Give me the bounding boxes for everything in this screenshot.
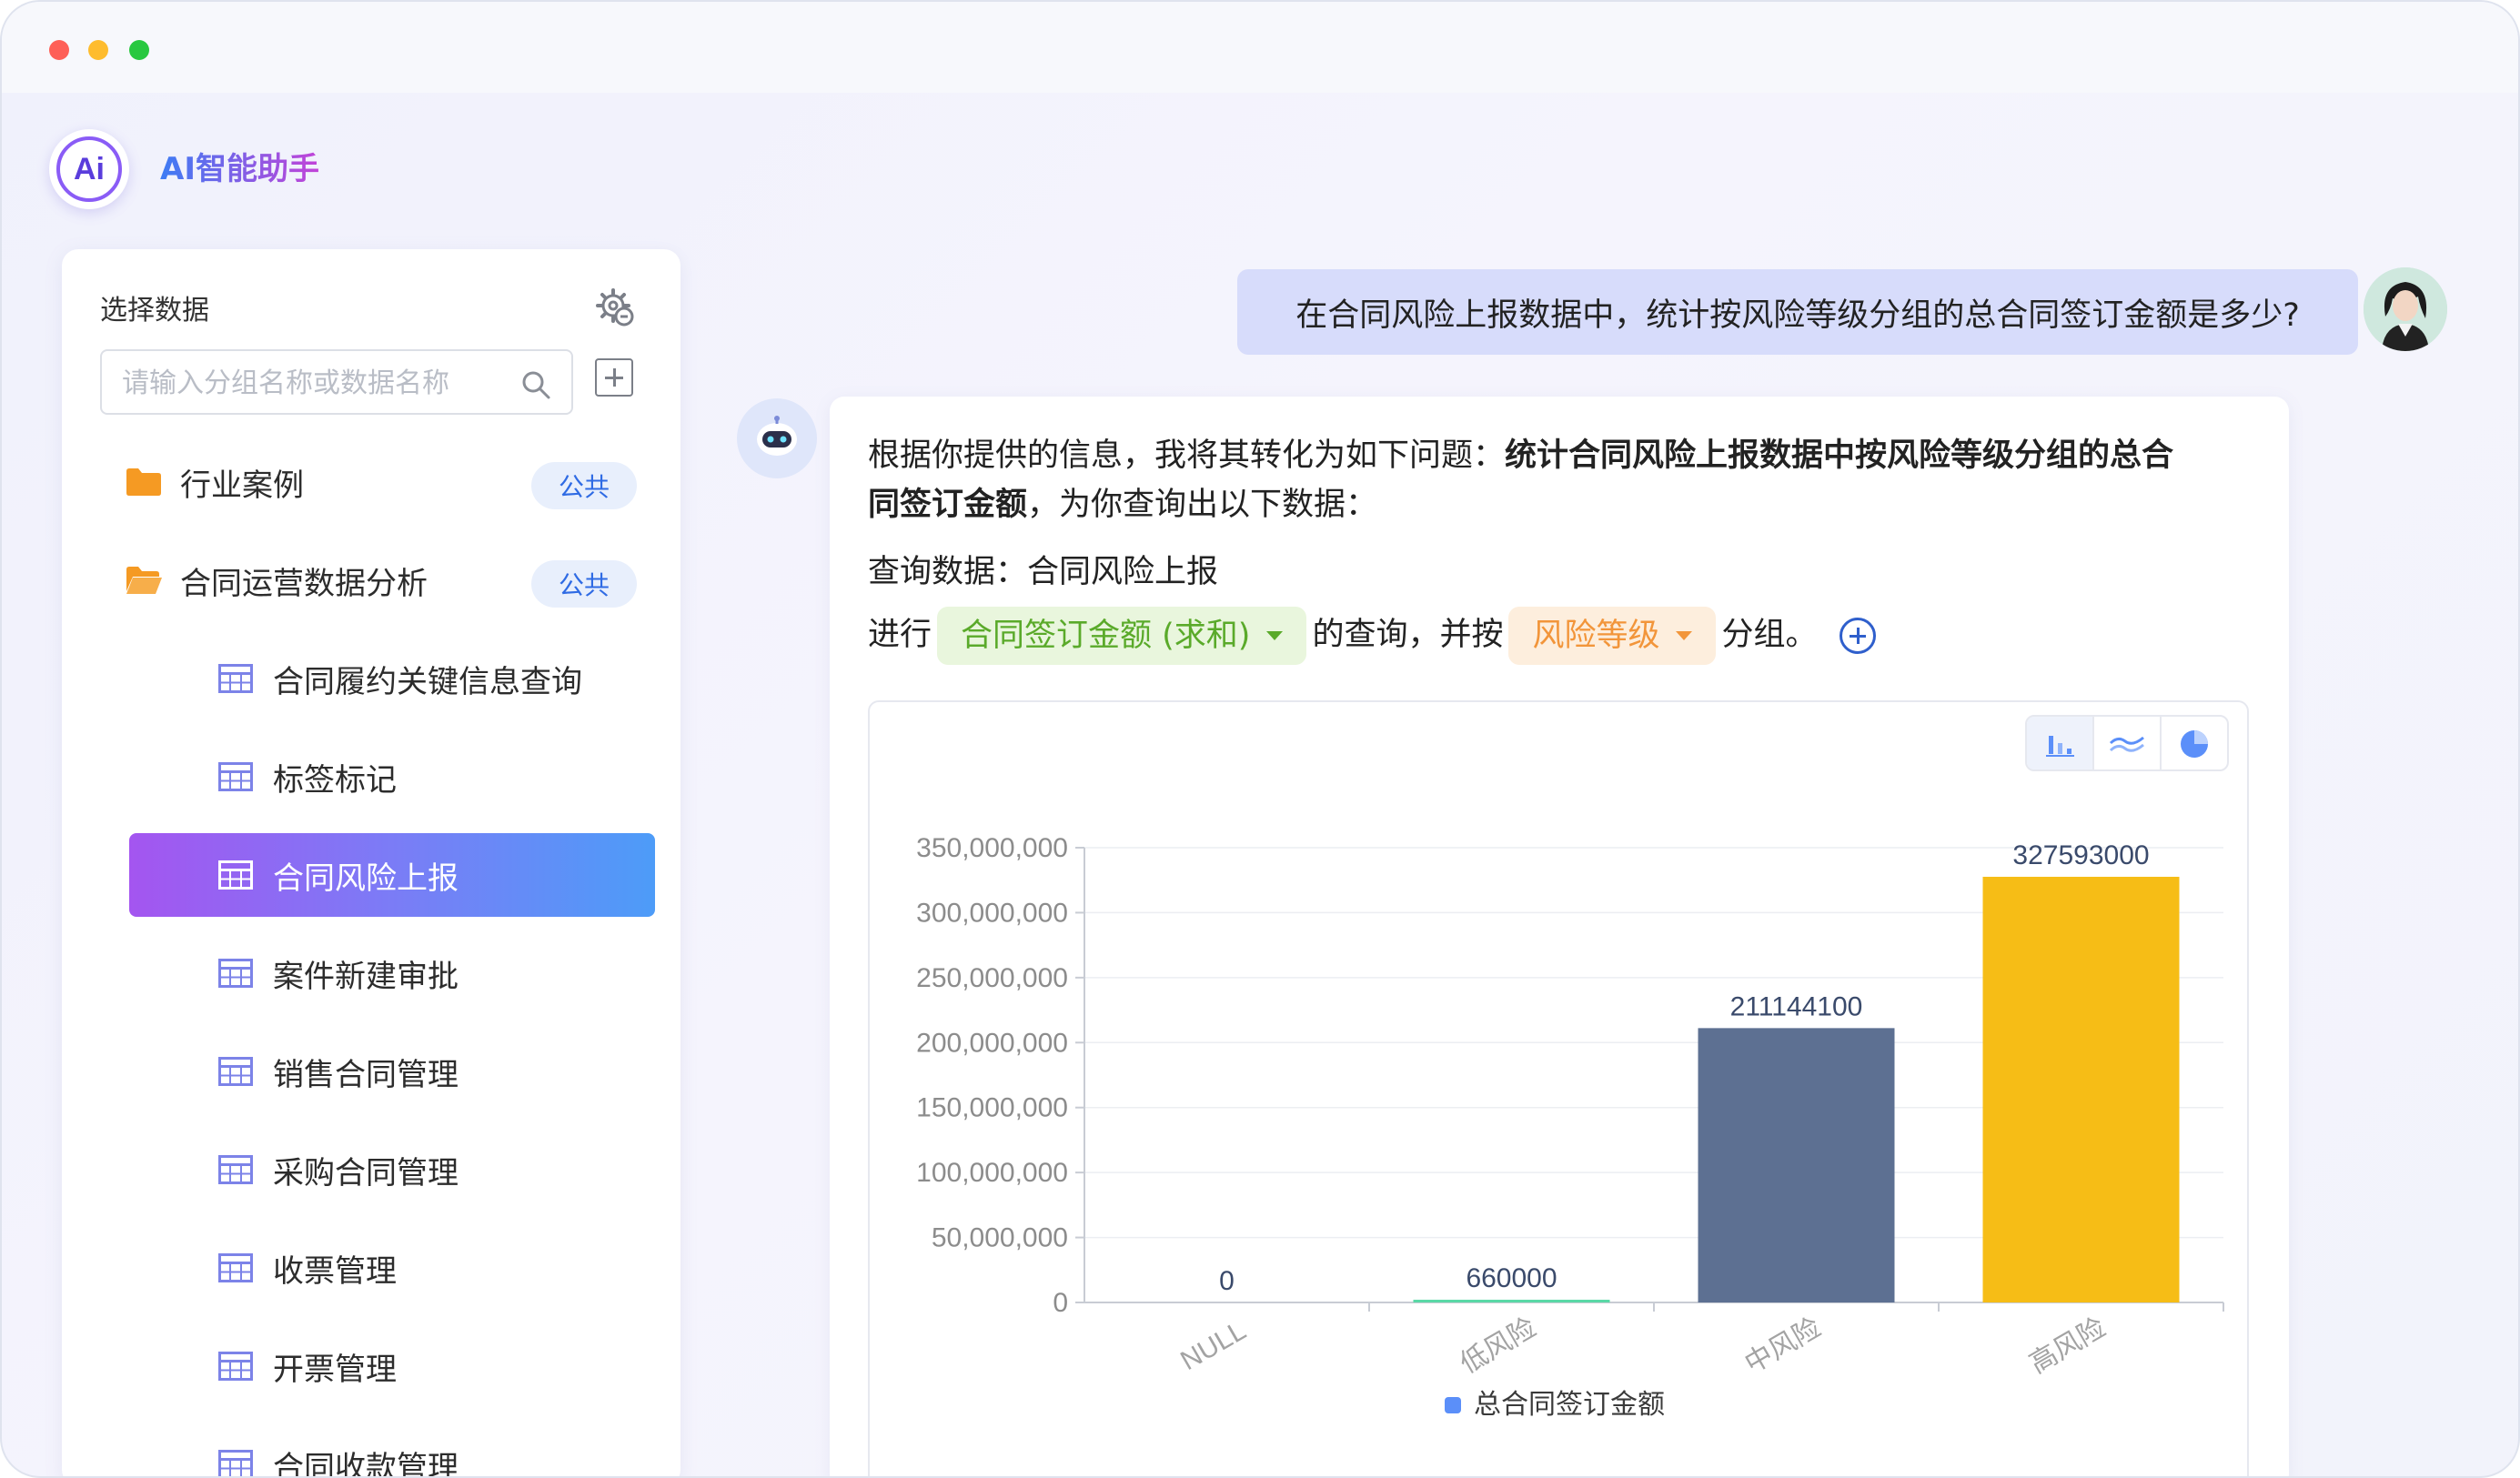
group-industry-cases[interactable]: 行业案例 公共 [126, 440, 637, 524]
answer-question-bold: 统计合同风险上报数据中按风险等级分组的总合 [1505, 437, 2174, 474]
table-icon [218, 1352, 253, 1381]
x-tick-label: 中风险 [1740, 1312, 1826, 1380]
folder-open-icon [126, 567, 162, 594]
maximize-window-button[interactable] [129, 40, 149, 60]
data-label: 211144100 [1730, 991, 1863, 1021]
answer-question-bold-cont: 同签订金额 [868, 487, 1028, 523]
table-item[interactable]: 合同履约关键信息查询 [129, 637, 655, 720]
data-settings-icon[interactable] [595, 287, 635, 327]
query-mid: 的查询，并按 [1312, 617, 1504, 653]
metric-select-label: 合同签订金额 (求和) [961, 618, 1251, 654]
user-avatar [2364, 267, 2447, 351]
query-data-line: 查询数据：合同风险上报 [868, 554, 1219, 590]
table-label: 销售合同管理 [273, 1056, 459, 1093]
table-item[interactable]: 收票管理 [129, 1226, 655, 1310]
table-label: 采购合同管理 [273, 1154, 459, 1191]
search-input[interactable] [120, 364, 506, 402]
y-tick-label: 150,000,000 [916, 1093, 1068, 1123]
data-label: 327593000 [2012, 840, 2149, 870]
query-prefix: 进行 [868, 617, 932, 653]
search-field[interactable] [100, 349, 573, 415]
table-label: 案件新建审批 [273, 958, 459, 995]
chevron-down-icon [1676, 631, 1693, 640]
add-data-button[interactable] [595, 358, 633, 397]
x-tick-label: 高风险 [2025, 1312, 2111, 1380]
table-item-active[interactable]: 合同风险上报 [129, 833, 655, 917]
minimize-window-button[interactable] [88, 40, 108, 60]
panel-title: 选择数据 [100, 295, 209, 327]
table-item[interactable]: 合同收款管理 [129, 1423, 655, 1478]
table-icon [218, 1155, 253, 1184]
table-label: 标签标记 [273, 761, 397, 799]
data-selector-panel: 选择数据 行业案例 公 [62, 249, 680, 1478]
group-label: 行业案例 [180, 467, 304, 504]
data-label: 660000 [1466, 1263, 1557, 1293]
table-label: 合同风险上报 [273, 860, 459, 897]
answer-paragraph: 根据你提供的信息，我将其转化为如下问题：统计合同风险上报数据中按风险等级分组的总… [868, 431, 2173, 480]
table-item[interactable]: 标签标记 [129, 735, 655, 819]
y-tick-label: 100,000,000 [916, 1158, 1068, 1188]
query-suffix: 分组。 [1721, 617, 1818, 653]
add-condition-icon[interactable] [1839, 618, 1876, 654]
search-icon[interactable] [520, 369, 551, 400]
bot-answer-card: 根据你提供的信息，我将其转化为如下问题：统计合同风险上报数据中按风险等级分组的总… [830, 397, 2289, 1476]
x-tick-label: 低风险 [1456, 1312, 1541, 1380]
y-tick-label: 50,000,000 [932, 1223, 1068, 1253]
metric-select[interactable]: 合同签订金额 (求和) [937, 607, 1307, 665]
bar-chart: 0 50,000,000 100,000,000 150,000,000 200,000… [916, 833, 2224, 1420]
app-window: Ai AI智能助手 选择数据 请输入分组名称或数据名称 行业案例 公共 合同运营… [0, 0, 2520, 1478]
x-tick-label: NULL [1175, 1315, 1251, 1376]
app-logo: Ai [49, 129, 129, 209]
y-tick-label: 250,000,000 [916, 963, 1068, 993]
table-item[interactable]: 开票管理 [129, 1324, 655, 1408]
table-label: 合同收款管理 [273, 1449, 459, 1478]
table-icon [218, 1253, 253, 1282]
table-item[interactable]: 采购合同管理 [129, 1128, 655, 1212]
chart-container: 0 50,000,000 100,000,000 150,000,000 200,000… [868, 700, 2249, 1476]
public-badge: 公共 [531, 560, 637, 608]
bar [1413, 1300, 1610, 1302]
table-label: 合同履约关键信息查询 [273, 663, 582, 700]
table-label: 开票管理 [273, 1351, 397, 1388]
legend-label: 总合同签订金额 [1474, 1390, 1665, 1420]
data-label: 0 [1219, 1266, 1235, 1296]
table-item[interactable]: 销售合同管理 [129, 1030, 655, 1113]
bar [1982, 877, 2180, 1302]
query-builder-line: 进行 合同签订金额 (求和) 的查询，并按 风险等级 分组。 [868, 602, 1876, 668]
table-icon [218, 1057, 253, 1086]
y-tick-label: 350,000,000 [916, 833, 1068, 863]
table-label: 收票管理 [273, 1252, 397, 1290]
title-bar [2, 2, 2518, 93]
bar [1698, 1028, 1895, 1302]
table-item[interactable]: 案件新建审批 [129, 931, 655, 1015]
user-avatar-icon [2364, 267, 2447, 351]
y-tick-label: 200,000,000 [916, 1028, 1068, 1058]
answer-intro: 根据你提供的信息，我将其转化为如下问题： [868, 437, 1506, 474]
table-icon [218, 860, 253, 890]
chevron-down-icon [1266, 631, 1284, 640]
table-icon [218, 1450, 253, 1476]
user-message-text: 在合同风险上报数据中，统计按风险等级分组的总合同签订金额是多少? [1295, 297, 2300, 334]
table-icon [218, 762, 253, 791]
logo-mark: Ai [56, 136, 122, 202]
table-icon [218, 664, 253, 693]
bot-avatar [737, 398, 817, 478]
answer-outro: ，为你查询出以下数据： [1027, 487, 1378, 523]
legend-swatch [1445, 1397, 1461, 1413]
group-contract-ops[interactable]: 合同运营数据分析 公共 [126, 538, 637, 622]
group-by-select[interactable]: 风险等级 [1508, 607, 1717, 665]
app-title: AI智能助手 [160, 144, 319, 188]
close-window-button[interactable] [49, 40, 69, 60]
group-by-select-label: 风险等级 [1532, 618, 1660, 654]
folder-icon [126, 468, 161, 496]
y-tick-label: 300,000,000 [916, 898, 1068, 928]
table-icon [218, 959, 253, 988]
robot-icon [757, 416, 797, 456]
public-badge: 公共 [531, 462, 637, 509]
user-message-bubble: 在合同风险上报数据中，统计按风险等级分组的总合同签订金额是多少? [1237, 269, 2358, 355]
answer-paragraph-cont: 同签订金额，为你查询出以下数据： [868, 480, 1377, 529]
group-label: 合同运营数据分析 [180, 565, 428, 602]
y-tick-label: 0 [1053, 1288, 1068, 1318]
